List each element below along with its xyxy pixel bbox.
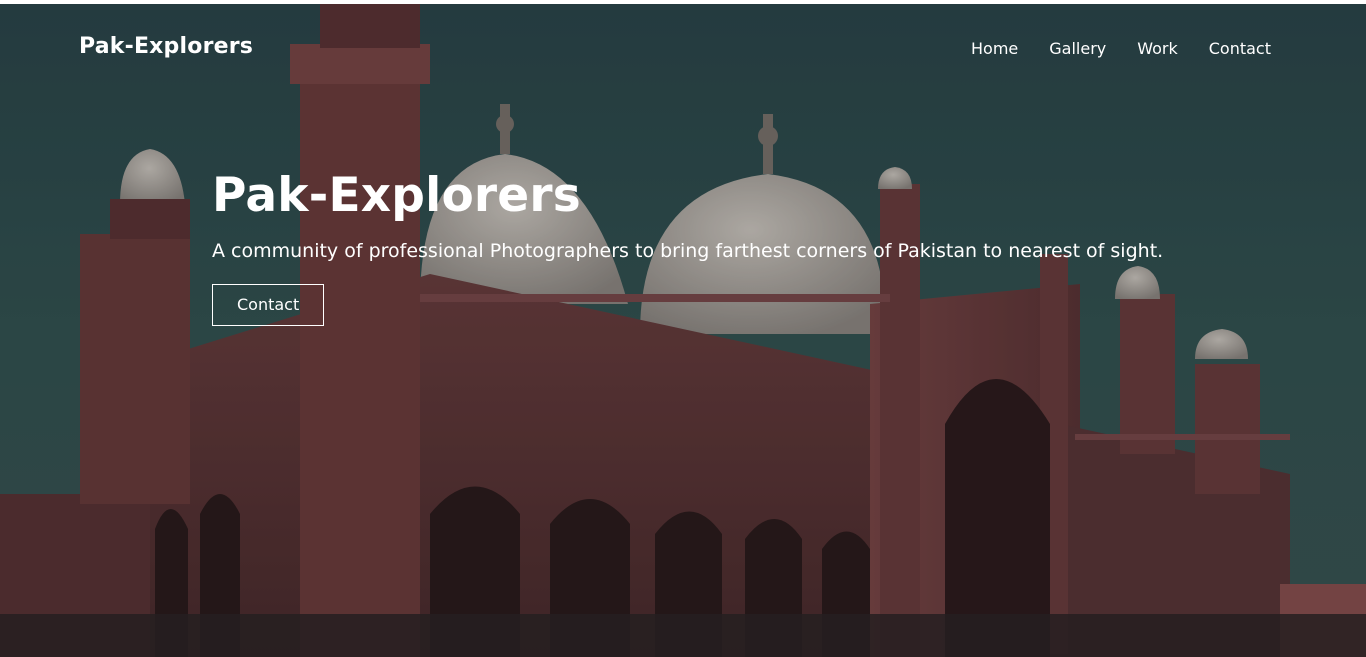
nav-link-home[interactable]: Home [971, 39, 1018, 58]
hero-title: Pak-Explorers [212, 168, 581, 223]
nav-item-home: Home [971, 39, 1018, 58]
nav-menu: Home Gallery Work Contact [971, 39, 1271, 58]
page: Pak-Explorers Home Gallery Work Contact … [0, 0, 1366, 657]
nav-item-contact: Contact [1209, 39, 1271, 58]
nav-item-gallery: Gallery [1049, 39, 1106, 58]
nav-item-work: Work [1137, 39, 1178, 58]
top-border [0, 0, 1366, 4]
nav-link-contact[interactable]: Contact [1209, 39, 1271, 58]
hero-dark-overlay [0, 4, 1366, 657]
hero-subtitle: A community of professional Photographer… [212, 240, 1164, 262]
brand-logo-link[interactable]: Pak-Explorers [79, 34, 253, 59]
hero-contact-button[interactable]: Contact [212, 284, 325, 326]
nav-link-gallery[interactable]: Gallery [1049, 39, 1106, 58]
navbar: Pak-Explorers Home Gallery Work Contact [0, 4, 1366, 94]
hero-content: Pak-Explorers A community of professiona… [212, 168, 1163, 326]
hero-section [0, 4, 1366, 657]
nav-link-work[interactable]: Work [1137, 39, 1178, 58]
